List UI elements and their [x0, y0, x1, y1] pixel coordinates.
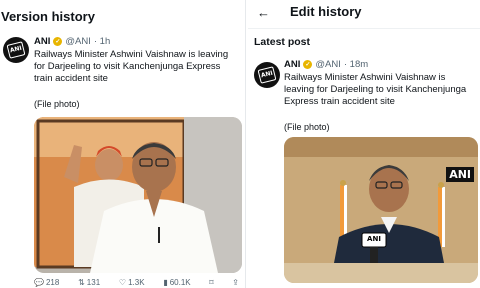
author-name[interactable]: ANI	[34, 36, 50, 47]
post-actions: 💬 218 ⇅ 131 ♡ 1.3K ▮ 60.1K ⌑ ⇪	[34, 278, 239, 287]
header-divider	[248, 28, 480, 29]
edit-history-header: ← Edit history	[248, 0, 480, 24]
author-handle[interactable]: @ANI	[65, 36, 90, 47]
post-time[interactable]: · 18m	[344, 59, 368, 70]
verified-badge-icon: ✓	[303, 60, 313, 69]
repost-count: 131	[86, 278, 101, 287]
ani-logo-icon: ANI	[257, 66, 277, 84]
views-button[interactable]: ▮ 60.1K	[163, 278, 190, 287]
ani-avatar[interactable]: ANI	[3, 37, 29, 63]
reply-button[interactable]: 💬 218	[34, 278, 59, 287]
bookmark-button[interactable]: ⌑	[209, 278, 213, 287]
post-photo[interactable]	[34, 117, 242, 273]
reply-icon: 💬	[34, 278, 44, 287]
heart-icon: ♡	[118, 278, 127, 287]
view-count: 60.1K	[169, 278, 191, 287]
post-time[interactable]: · 1h	[94, 36, 110, 47]
post-photo[interactable]: ANI ANI	[284, 137, 478, 283]
ani-logo-icon: ANI	[6, 41, 26, 59]
edit-history-title: Edit history	[290, 4, 362, 19]
latest-post-label: Latest post	[254, 36, 311, 48]
views-icon: ▮	[163, 278, 168, 287]
like-count: 1.3K	[128, 278, 145, 287]
ani-avatar[interactable]: ANI	[254, 62, 280, 88]
share-icon: ⇪	[232, 278, 239, 287]
like-button[interactable]: ♡ 1.3K	[119, 278, 145, 287]
version-history-title: Version history	[1, 9, 95, 24]
version-history-panel: Version history ANI ANI ✓ @ANI · 1h Rail…	[0, 0, 246, 288]
share-button[interactable]: ⇪	[232, 278, 239, 287]
photo-caption: (File photo)	[284, 122, 330, 132]
author-name[interactable]: ANI	[284, 59, 300, 70]
post-text: Railways Minister Ashwini Vaishnaw is le…	[34, 49, 229, 84]
minister-press-photo-image	[284, 137, 478, 283]
verified-badge-icon: ✓	[53, 37, 63, 46]
post-text: Railways Minister Ashwini Vaishnaw is le…	[284, 72, 467, 107]
reply-count: 218	[45, 278, 60, 287]
minister-photo-image	[34, 117, 242, 273]
bookmark-icon: ⌑	[209, 278, 214, 287]
tweet-header: ANI ✓ @ANI · 1h	[34, 36, 110, 47]
repost-button[interactable]: ⇅ 131	[78, 278, 100, 287]
back-arrow-icon[interactable]: ←	[257, 5, 270, 20]
edit-history-panel: ← Edit history Latest post ANI ANI ✓ @AN…	[248, 0, 480, 288]
tweet-header: ANI ✓ @ANI · 18m	[284, 59, 368, 70]
author-handle[interactable]: @ANI	[315, 59, 340, 70]
photo-caption: (File photo)	[34, 99, 80, 109]
repost-icon: ⇅	[78, 278, 85, 287]
ani-watermark: ANI	[446, 167, 474, 182]
mic-flag-label: ANI	[367, 235, 381, 243]
